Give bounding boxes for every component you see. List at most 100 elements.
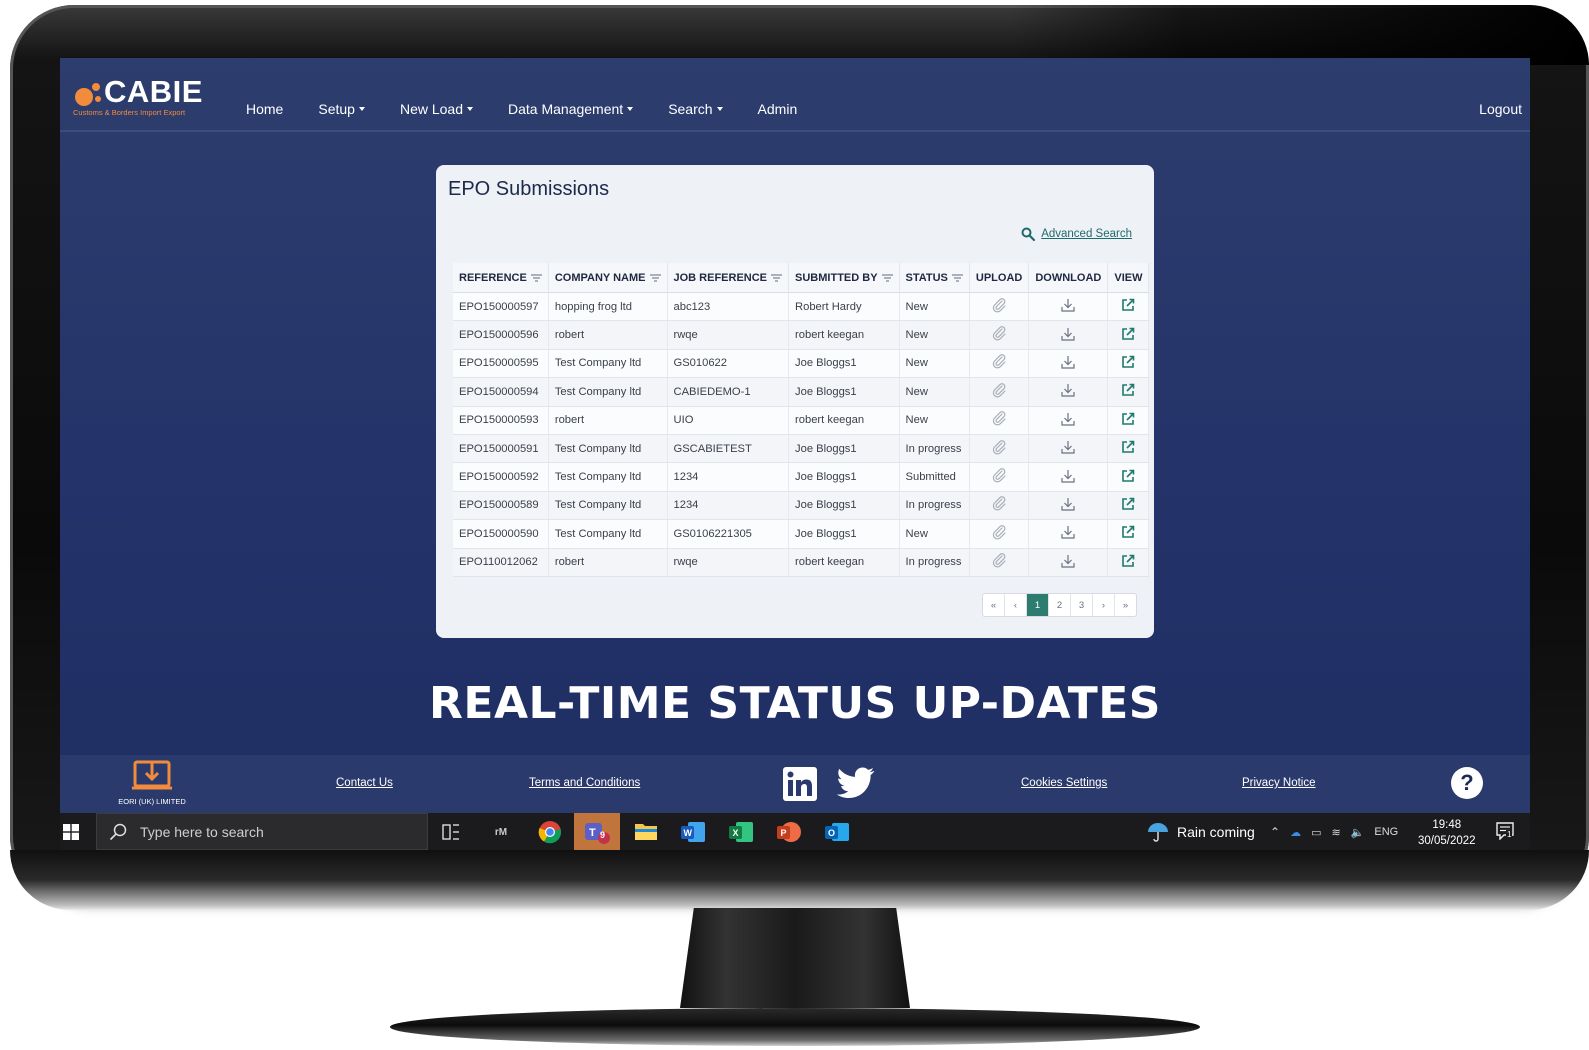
windows-taskbar: Type here to search rM T 9 W X P O Rain …	[60, 813, 1530, 850]
eori-logo[interactable]: EORI (UK) LIMITED	[112, 760, 192, 806]
weather-widget[interactable]: Rain coming	[1147, 821, 1255, 843]
logout-link[interactable]: Logout	[1479, 101, 1522, 117]
svg-text:T: T	[589, 827, 596, 839]
cell-reference: EPO150000593	[453, 406, 549, 435]
upload-paperclip-icon[interactable]	[969, 320, 1030, 350]
filter-icon[interactable]	[881, 273, 893, 282]
volume-icon[interactable]: 🔈	[1351, 826, 1365, 839]
view-external-link-icon[interactable]	[1107, 377, 1150, 407]
download-icon[interactable]	[1028, 462, 1109, 492]
upload-paperclip-icon[interactable]	[969, 434, 1030, 464]
view-external-link-icon[interactable]	[1107, 548, 1150, 577]
contact-us-link[interactable]: Contact Us	[336, 777, 393, 789]
nav-item-new-load[interactable]: New Load	[400, 101, 473, 117]
column-header-status[interactable]: STATUS	[899, 263, 970, 293]
filter-icon[interactable]	[530, 273, 542, 282]
column-header-company-name[interactable]: COMPANY NAME	[548, 263, 668, 293]
svg-text:X: X	[733, 828, 739, 838]
monitor-glare	[1010, 5, 1589, 65]
cabie-logo[interactable]: CABIE Customs & Borders Import Export	[72, 74, 222, 122]
nav-item-search[interactable]: Search	[668, 101, 723, 117]
download-icon[interactable]	[1028, 519, 1109, 549]
page-1-button[interactable]: 1	[1027, 594, 1049, 616]
word-icon[interactable]: W	[680, 820, 706, 844]
app-icon[interactable]: rM	[488, 819, 514, 845]
download-icon[interactable]	[1028, 377, 1109, 407]
view-external-link-icon[interactable]	[1107, 519, 1150, 549]
advanced-search-link[interactable]: Advanced Search	[1021, 227, 1132, 241]
page-3-button[interactable]: 3	[1071, 594, 1093, 616]
download-icon[interactable]	[1028, 292, 1109, 322]
download-icon[interactable]	[1028, 320, 1109, 350]
page-next-button[interactable]: ›	[1093, 594, 1115, 616]
column-header-submitted-by[interactable]: SUBMITTED BY	[788, 263, 900, 293]
filter-icon[interactable]	[649, 273, 661, 282]
download-icon[interactable]	[1028, 349, 1109, 379]
upload-paperclip-icon[interactable]	[969, 349, 1030, 379]
page-prev-button[interactable]: ‹	[1005, 594, 1027, 616]
nav-item-home[interactable]: Home	[246, 101, 283, 117]
page-2-button[interactable]: 2	[1049, 594, 1071, 616]
download-icon[interactable]	[1028, 491, 1109, 521]
chevron-up-icon[interactable]: ⌃	[1270, 825, 1280, 839]
cell-job-reference: 1234	[667, 462, 790, 492]
search-icon	[109, 823, 127, 840]
notification-count: 1	[1506, 830, 1513, 839]
column-header-job-reference[interactable]: JOB REFERENCE	[667, 263, 790, 293]
cookies-settings-link[interactable]: Cookies Settings	[1021, 777, 1107, 789]
upload-paperclip-icon[interactable]	[969, 548, 1030, 577]
nav-item-data-management[interactable]: Data Management	[508, 101, 634, 117]
upload-paperclip-icon[interactable]	[969, 292, 1030, 322]
download-icon[interactable]	[1028, 406, 1109, 435]
view-external-link-icon[interactable]	[1107, 406, 1150, 435]
help-icon[interactable]: ?	[1451, 767, 1483, 799]
system-tray: ⌃ ☁ ▭ ≋ 🔈 ENG	[1270, 825, 1398, 839]
upload-paperclip-icon[interactable]	[969, 462, 1030, 492]
nav-label: Admin	[757, 101, 798, 117]
upload-paperclip-icon[interactable]	[969, 491, 1030, 521]
view-external-link-icon[interactable]	[1107, 320, 1150, 350]
clock[interactable]: 19:48 30/05/2022	[1418, 817, 1476, 849]
view-external-link-icon[interactable]	[1107, 434, 1150, 464]
view-external-link-icon[interactable]	[1107, 462, 1150, 492]
column-header-reference[interactable]: REFERENCE	[453, 263, 549, 293]
privacy-notice-link[interactable]: Privacy Notice	[1242, 777, 1316, 789]
terms-link[interactable]: Terms and Conditions	[529, 777, 640, 789]
cell-submitted-by: Joe Bloggs1	[788, 349, 900, 379]
windows-start-icon[interactable]	[63, 824, 79, 840]
chrome-icon[interactable]	[538, 820, 562, 844]
page-last-button[interactable]: »	[1115, 594, 1136, 616]
filter-icon[interactable]	[951, 273, 963, 282]
view-external-link-icon[interactable]	[1107, 292, 1150, 322]
cell-submitted-by: robert keegan	[788, 320, 900, 350]
pagination: « ‹ 1 2 3 › »	[982, 593, 1137, 617]
linkedin-icon[interactable]	[783, 767, 817, 801]
language-indicator[interactable]: ENG	[1374, 826, 1398, 838]
excel-icon[interactable]: X	[728, 820, 754, 844]
navbar: CABIE Customs & Borders Import Export Ho…	[60, 58, 1530, 132]
powerpoint-icon[interactable]: P	[776, 820, 802, 844]
teams-icon[interactable]: T 9	[574, 813, 620, 850]
task-view-icon[interactable]	[442, 823, 460, 841]
upload-paperclip-icon[interactable]	[969, 406, 1030, 435]
twitter-icon[interactable]	[837, 767, 875, 799]
filter-icon[interactable]	[771, 273, 783, 282]
table-header-row: REFERENCE COMPANY NAME JOB REFERENCE SUB…	[453, 263, 1150, 293]
download-icon[interactable]	[1028, 548, 1109, 577]
view-external-link-icon[interactable]	[1107, 491, 1150, 521]
download-icon[interactable]	[1028, 434, 1109, 464]
page-first-button[interactable]: «	[983, 594, 1005, 616]
onedrive-icon[interactable]: ☁	[1290, 826, 1301, 839]
nav-item-admin[interactable]: Admin	[758, 101, 798, 117]
table-row: EPO150000592 Test Company ltd 1234 Joe Blog…	[453, 462, 1150, 492]
outlook-icon[interactable]: O	[824, 820, 850, 844]
view-external-link-icon[interactable]	[1107, 349, 1150, 379]
battery-icon[interactable]: ▭	[1311, 826, 1321, 839]
nav-item-setup[interactable]: Setup	[318, 101, 365, 117]
wifi-icon[interactable]: ≋	[1331, 826, 1340, 839]
notification-center[interactable]: 1	[1496, 822, 1514, 845]
taskbar-search-box[interactable]: Type here to search	[96, 813, 428, 850]
file-explorer-icon[interactable]	[634, 821, 658, 841]
upload-paperclip-icon[interactable]	[969, 519, 1030, 549]
upload-paperclip-icon[interactable]	[969, 377, 1030, 407]
